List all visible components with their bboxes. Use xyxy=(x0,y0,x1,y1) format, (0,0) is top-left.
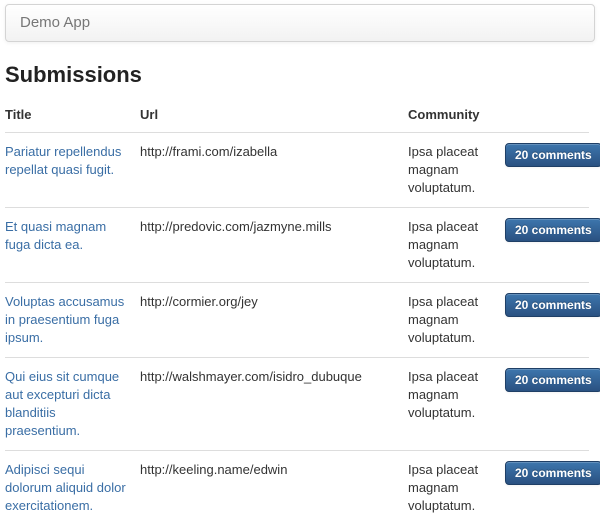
column-header-title: Title xyxy=(5,98,140,133)
comments-button[interactable]: 20 comments xyxy=(505,218,600,242)
table-row: Qui eius sit cumque aut excepturi dicta … xyxy=(5,357,600,451)
submission-comments-cell: 20 comments xyxy=(505,282,600,358)
submission-title-cell: Qui eius sit cumque aut excepturi dicta … xyxy=(5,357,140,451)
submission-title-cell: Pariatur repellendus repellat quasi fugi… xyxy=(5,132,140,208)
submission-title-link[interactable]: Pariatur repellendus repellat quasi fugi… xyxy=(5,144,121,177)
navbar-brand[interactable]: Demo App xyxy=(6,14,90,32)
submission-url: http://keeling.name/edwin xyxy=(140,450,408,519)
submission-title-link[interactable]: Qui eius sit cumque aut excepturi dicta … xyxy=(5,369,119,438)
table-row: Voluptas accusamus in praesentium fuga i… xyxy=(5,282,600,358)
table-header-row: Title Url Community xyxy=(5,98,589,133)
table-body: Pariatur repellendus repellat quasi fugi… xyxy=(5,132,600,519)
submission-url: http://cormier.org/jey xyxy=(140,282,408,358)
page-title: Submissions xyxy=(5,62,142,87)
table-row: Adipisci sequi dolorum aliquid dolor exe… xyxy=(5,450,600,519)
submission-url: http://walshmayer.com/isidro_dubuque xyxy=(140,357,408,451)
submission-url: http://frami.com/izabella xyxy=(140,132,408,208)
submission-community: Ipsa placeat magnam voluptatum. xyxy=(408,450,505,519)
column-header-comments xyxy=(505,98,589,133)
submission-comments-cell: 20 comments xyxy=(505,450,600,519)
column-header-community: Community xyxy=(408,98,505,133)
comments-button[interactable]: 20 comments xyxy=(505,461,600,485)
submission-comments-cell: 20 comments xyxy=(505,357,600,451)
submission-url: http://predovic.com/jazmyne.mills xyxy=(140,207,408,283)
table-row: Et quasi magnam fuga dicta ea. http://pr… xyxy=(5,207,600,283)
submission-title-link[interactable]: Adipisci sequi dolorum aliquid dolor exe… xyxy=(5,462,126,513)
submissions-table: Title Url Community Pariatur repellendus… xyxy=(5,98,600,519)
comments-button[interactable]: 20 comments xyxy=(505,143,600,167)
submission-comments-cell: 20 comments xyxy=(505,132,600,208)
submission-title-cell: Adipisci sequi dolorum aliquid dolor exe… xyxy=(5,450,140,519)
submission-community: Ipsa placeat magnam voluptatum. xyxy=(408,207,505,283)
navbar: Demo App xyxy=(5,4,595,42)
comments-button[interactable]: 20 comments xyxy=(505,293,600,317)
submission-title-link[interactable]: Et quasi magnam fuga dicta ea. xyxy=(5,219,106,252)
submission-community: Ipsa placeat magnam voluptatum. xyxy=(408,357,505,451)
submission-title-cell: Et quasi magnam fuga dicta ea. xyxy=(5,207,140,283)
submission-community: Ipsa placeat magnam voluptatum. xyxy=(408,282,505,358)
submission-comments-cell: 20 comments xyxy=(505,207,600,283)
comments-button[interactable]: 20 comments xyxy=(505,368,600,392)
column-header-url: Url xyxy=(140,98,408,133)
submission-title-cell: Voluptas accusamus in praesentium fuga i… xyxy=(5,282,140,358)
submission-community: Ipsa placeat magnam voluptatum. xyxy=(408,132,505,208)
table-row: Pariatur repellendus repellat quasi fugi… xyxy=(5,132,600,208)
submission-title-link[interactable]: Voluptas accusamus in praesentium fuga i… xyxy=(5,294,124,345)
